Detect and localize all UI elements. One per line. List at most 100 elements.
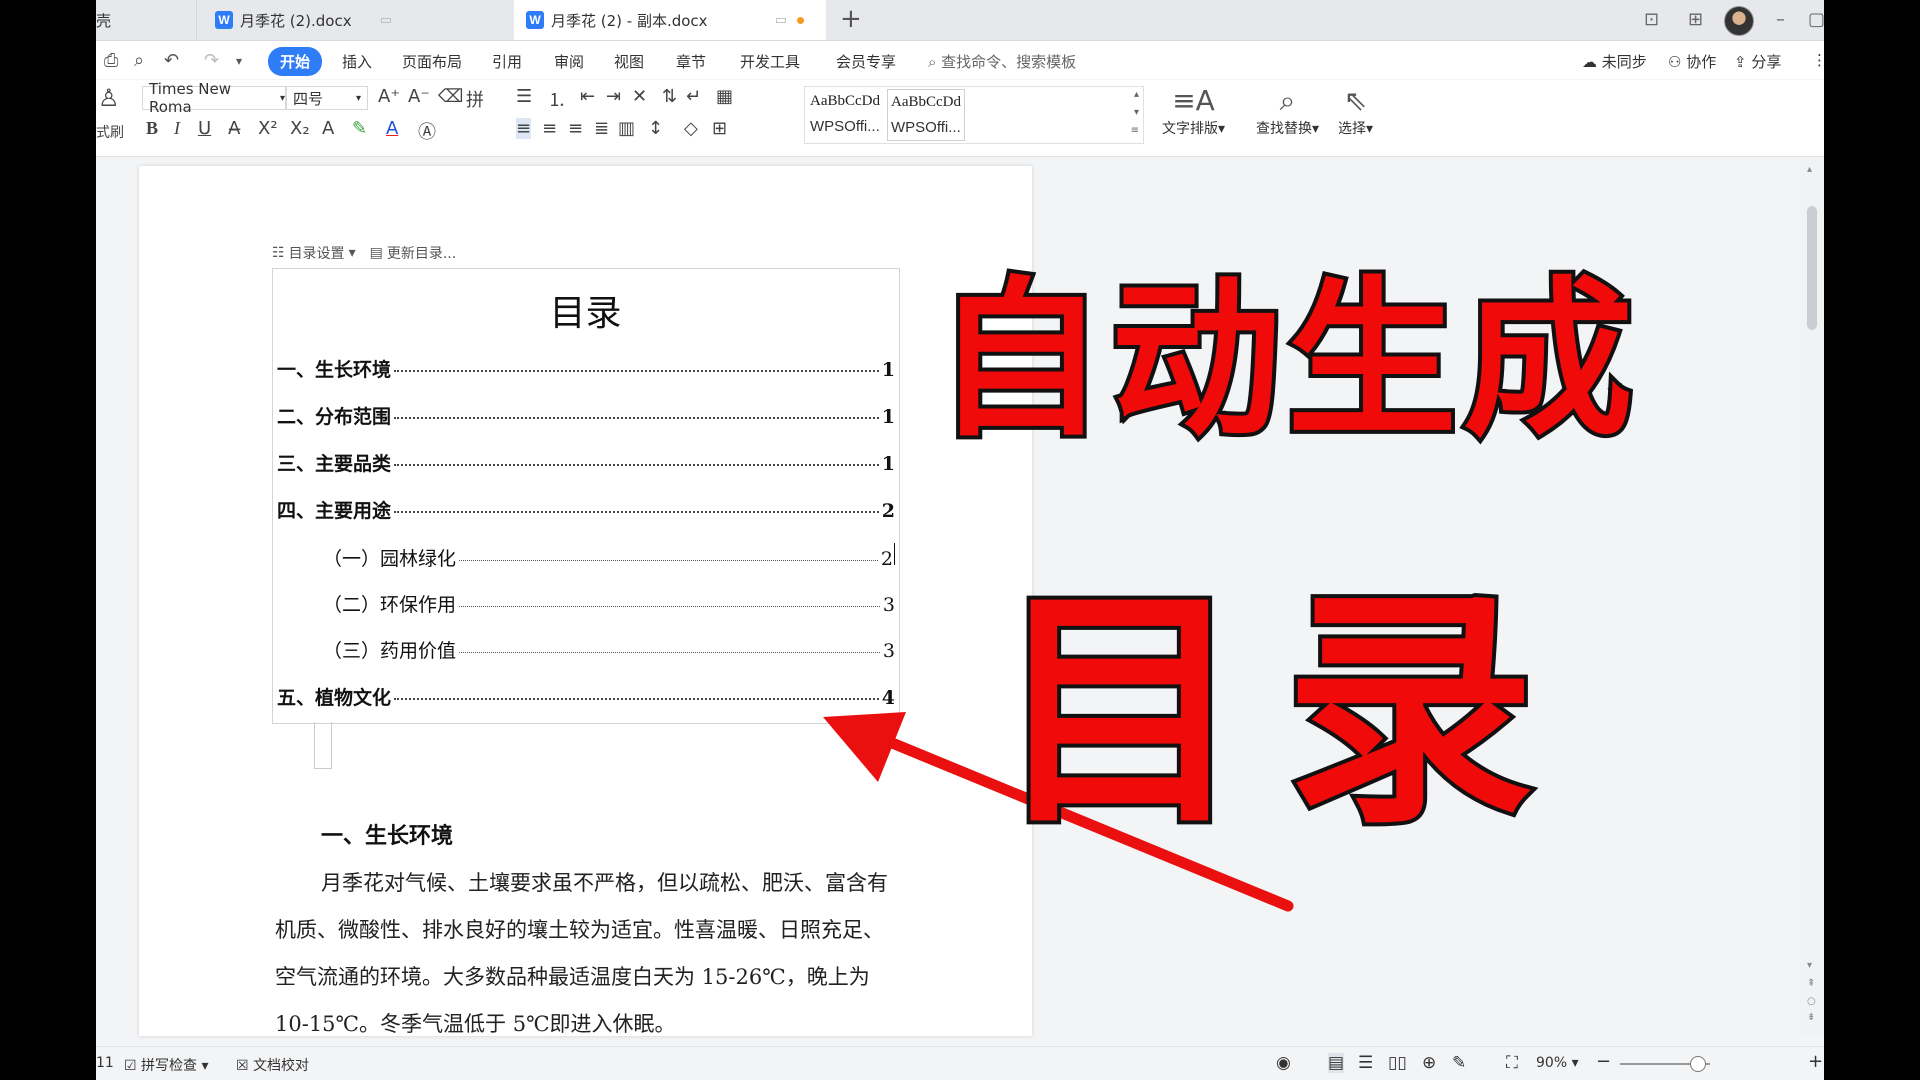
next-page-icon[interactable]: ⇟ [1807,1012,1815,1023]
menu-references[interactable]: 引用 [492,51,522,72]
decrease-indent-icon[interactable]: ⇤ [580,86,595,107]
align-right-icon[interactable]: ≡ [568,118,583,139]
underline-icon[interactable]: U [198,118,211,139]
menu-insert[interactable]: 插入 [342,51,372,72]
format-painter-label[interactable]: 式刷 [96,122,124,142]
shading-icon[interactable]: ◇ [684,118,698,139]
redo-icon[interactable]: ↷ [204,50,219,71]
font-size-select[interactable]: 四号 ▾ [286,86,368,110]
grow-font-icon[interactable]: A⁺ [378,86,400,107]
line-spacing-icon[interactable]: ↕ [648,118,663,139]
gallery-expand-icon[interactable]: ≡ [1131,125,1139,136]
document-page[interactable]: ☷ 目录设置 ▾ ▤ 更新目录... 目录 一、生长环境 1 二、分布范围 1 三、主… [139,166,1032,1036]
scroll-down-icon[interactable]: ▾ [1807,960,1812,971]
zoom-in-icon[interactable]: + [1808,1051,1823,1072]
browse-object-icon[interactable]: ○ [1807,996,1816,1007]
char-border-icon[interactable]: Ⓐ [418,118,436,144]
format-painter-icon[interactable]: ♙ [98,84,120,112]
chinese-layout-icon[interactable]: ✕ [632,86,647,107]
italic-icon[interactable]: I [174,118,180,139]
find-replace-button[interactable]: ⌕ 查找替换▾ [1256,84,1319,138]
scrollbar-thumb[interactable] [1807,206,1817,330]
distribute-icon[interactable]: ▥ [618,118,635,139]
toc-entry-7[interactable]: （三）药用价值 3 [323,636,895,663]
layout-icon[interactable]: ⊡ [1644,9,1659,30]
print-icon[interactable]: ⎙ [104,50,118,71]
undo-icon[interactable]: ↶ [164,50,179,71]
collaborate-button[interactable]: ⚇ 协作 [1668,51,1716,72]
menu-developer[interactable]: 开发工具 [740,51,800,72]
clear-format-icon[interactable]: ⌫ [438,86,463,107]
command-search[interactable]: ⌕ 查找命令、搜索模板 [928,51,1076,72]
toc-entry-4[interactable]: 四、主要用途 2 [277,496,895,523]
text-layout-button[interactable]: ≡A 文字排版▾ [1162,84,1225,138]
zoom-level[interactable]: 90% ▾ [1536,1055,1579,1071]
sync-button[interactable]: ☁ 未同步 [1582,51,1647,72]
grid-apps-icon[interactable]: ⊞ [1688,9,1703,30]
gallery-scroll-up-icon[interactable]: ▴ [1134,89,1139,100]
eye-protection-icon[interactable]: ◉ [1276,1053,1291,1073]
borders-icon[interactable]: ⊞ [712,118,727,139]
toc-entry-8[interactable]: 五、植物文化 4 [277,683,895,710]
spellcheck-button[interactable]: ☑ 拼写检查 ▾ [124,1055,209,1075]
align-center-icon[interactable]: ≡ [542,118,557,139]
tab-document-1[interactable]: W 月季花 (2).docx ▭ [196,0,410,40]
write-view-icon[interactable]: ✎ [1452,1053,1466,1073]
menu-view[interactable]: 视图 [614,51,644,72]
superscript-icon[interactable]: X² [258,118,278,139]
outline-view-icon[interactable]: ☰ [1358,1053,1373,1073]
proofread-button[interactable]: ☒ 文档校对 [236,1055,309,1075]
prev-page-icon[interactable]: ⇞ [1807,978,1815,989]
subscript-icon[interactable]: X₂ [290,118,310,139]
restore-icon[interactable]: ▢ [1808,9,1824,30]
quick-access-dropdown-icon[interactable]: ▾ [236,54,242,68]
more-icon[interactable]: ⋮ [1812,51,1824,69]
toc-entry-2[interactable]: 二、分布范围 1 [277,402,895,429]
increase-indent-icon[interactable]: ⇥ [606,86,621,107]
new-tab-button[interactable]: + [840,6,862,32]
menu-page-layout[interactable]: 页面布局 [402,51,462,72]
zoom-out-icon[interactable]: − [1596,1051,1611,1072]
style-item-2[interactable]: AaBbCcDd WPSOffi... [887,89,965,141]
menu-member[interactable]: 会员专享 [836,51,896,72]
page-view-icon[interactable]: ▤ [1328,1053,1345,1073]
toc-settings-button[interactable]: ☷ 目录设置 ▾ [272,243,356,263]
toc-entry-3[interactable]: 三、主要品类 1 [277,449,895,476]
reading-view-icon[interactable]: ▯▯ [1388,1053,1407,1073]
text-effect-icon[interactable]: A [322,118,334,139]
zoom-slider-knob[interactable] [1690,1056,1706,1072]
phonetic-icon[interactable]: 拼 [466,86,484,112]
share-button[interactable]: ⇪ 分享 [1734,51,1781,72]
strikethrough-icon[interactable]: A̶ [228,118,240,139]
vertical-scrollbar[interactable]: ▴ ▾ ⇞ ○ ⇟ [1800,160,1824,1036]
toc-entry-5[interactable]: （一）园林绿化 2 [323,543,895,571]
justify-icon[interactable]: ≣ [594,118,609,139]
show-marks-icon[interactable]: ↵ [686,86,701,107]
avatar[interactable] [1724,6,1754,36]
sort-icon[interactable]: ⇅ [662,86,677,107]
toc-entry-1[interactable]: 一、生长环境 1 [277,355,895,382]
highlight-icon[interactable]: ✎ [352,118,367,139]
tab-document-2[interactable]: W 月季花 (2) - 副本.docx ▭ [514,0,826,40]
numbered-list-icon[interactable]: ⒈ [548,86,566,112]
toc-update-button[interactable]: ▤ 更新目录... [370,243,457,263]
font-family-select[interactable]: Times New Roma ▾ [142,80,286,116]
font-color-icon[interactable]: A [386,118,398,139]
menu-chapter[interactable]: 章节 [676,51,706,72]
gallery-scroll-down-icon[interactable]: ▾ [1134,107,1139,118]
align-left-icon[interactable]: ≡ [516,118,532,139]
table-tools-icon[interactable]: ▦ [716,86,733,107]
toc-entry-6[interactable]: （二）环保作用 3 [323,590,895,617]
style-item-1[interactable]: AaBbCcDd WPSOffi... [807,89,885,141]
tab-partial[interactable]: 壳 [96,0,196,40]
web-view-icon[interactable]: ⊕ [1422,1053,1436,1073]
bullet-list-icon[interactable]: ☰ [516,86,532,107]
select-button[interactable]: ⇖ 选择▾ [1338,84,1373,138]
fit-page-icon[interactable]: ⛶ [1506,1053,1518,1073]
menu-start[interactable]: 开始 [268,47,323,76]
print-preview-icon[interactable]: ⌕ [134,50,144,71]
bold-icon[interactable]: B [146,118,158,139]
minimize-icon[interactable]: – [1776,9,1785,30]
shrink-font-icon[interactable]: A⁻ [408,86,430,107]
menu-review[interactable]: 审阅 [554,51,584,72]
